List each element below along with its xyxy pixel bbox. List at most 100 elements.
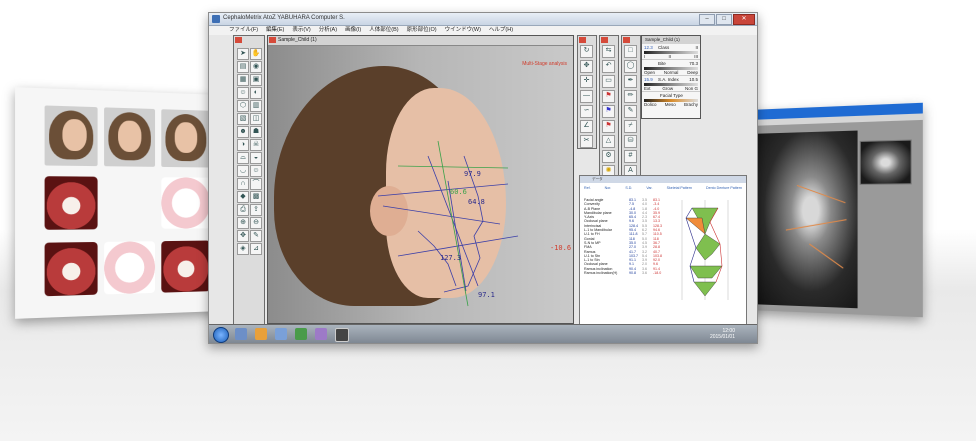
tooth-icon[interactable]: ⬡: [237, 100, 249, 112]
model-icon[interactable]: ◒: [250, 152, 262, 164]
menu-analysis[interactable]: 分析(A): [319, 26, 337, 35]
dropper-icon[interactable]: ⌿: [624, 120, 637, 133]
pointer-icon[interactable]: ➤: [237, 48, 249, 60]
zoom-out-icon[interactable]: ⊖: [250, 217, 262, 229]
hash-icon[interactable]: #: [624, 150, 637, 163]
taskbar-app-icon[interactable]: [315, 328, 327, 340]
patient-profile-photo[interactable]: Multi-Stage analysis 97.9 60.6 64.8 127.…: [268, 46, 573, 323]
select-rect-icon[interactable]: ▭: [602, 75, 615, 88]
pen-icon[interactable]: ✒: [624, 75, 637, 88]
taskbar-folder-icon[interactable]: [255, 328, 267, 340]
ruler-icon[interactable]: ⊿: [250, 243, 262, 255]
album-icon[interactable]: ▩: [250, 191, 262, 203]
data-cell-v: 90.8: [629, 271, 636, 276]
palette-close-icon[interactable]: [579, 37, 586, 43]
close-button[interactable]: ✕: [733, 14, 755, 25]
lasso-icon[interactable]: ◯: [624, 60, 637, 73]
dental-model-front: [104, 241, 156, 295]
head-icon[interactable]: ☗: [250, 126, 262, 138]
start-button[interactable]: [213, 327, 229, 343]
color-icon[interactable]: ◆: [237, 191, 249, 203]
group-icon[interactable]: ◈: [237, 243, 249, 255]
minimize-button[interactable]: –: [699, 14, 715, 25]
data-row[interactable]: Ramus inclination(H) 90.8 3.6 -18.0: [584, 271, 661, 275]
triangle-icon[interactable]: △: [602, 135, 615, 148]
bite-row: Bite 70.3 Open Normal Deep: [642, 61, 700, 76]
patient-photo-profile: [44, 105, 98, 167]
smile-icon[interactable]: ☺: [250, 165, 262, 177]
intraoral-photo-right: [44, 241, 98, 297]
data-panel-title: データ: [580, 176, 746, 183]
measure-60-6: 60.6: [450, 188, 467, 196]
hand-icon[interactable]: ✋: [250, 48, 262, 60]
menu-help[interactable]: ヘルプ(H): [489, 26, 513, 35]
measure-127-3: 127.3: [440, 254, 462, 262]
menu-view[interactable]: 表示(V): [292, 26, 310, 35]
edit-icon[interactable]: ✎: [250, 230, 262, 242]
scissors-icon[interactable]: ✂: [580, 135, 593, 148]
picture-icon[interactable]: ▣: [250, 74, 262, 86]
gear-icon[interactable]: ⚙: [602, 150, 615, 163]
menu-image[interactable]: 画像(I): [345, 26, 361, 35]
window-title: CephaloMetrix AtoZ YABUHARA Computer S.: [223, 15, 345, 21]
arch-icon[interactable]: ∩: [237, 178, 249, 190]
palette-close-icon[interactable]: [623, 37, 630, 43]
overlay-icon[interactable]: ◐: [250, 87, 262, 99]
rotate-icon[interactable]: ↻: [580, 45, 593, 58]
menu-origin-part[interactable]: 原形部位(O): [407, 26, 437, 35]
profile-icon[interactable]: ☻: [237, 126, 249, 138]
jaw-icon[interactable]: ⌒: [250, 178, 262, 190]
tray-clock[interactable]: 12:00 2015/01/01: [710, 328, 735, 340]
pencil-icon[interactable]: ✏: [624, 90, 637, 103]
compare-icon[interactable]: ◫: [250, 113, 262, 125]
measure-minus-10-6: -10.6: [550, 244, 572, 252]
swap-icon[interactable]: ⇆: [602, 45, 615, 58]
xray-thumbnail[interactable]: [859, 139, 912, 185]
palette-close-icon[interactable]: [235, 37, 242, 43]
flag-blue-icon[interactable]: ⚑: [602, 105, 615, 118]
undo-icon[interactable]: ↶: [602, 60, 615, 73]
measurement-data-panel: データ Ref. Nor. S.D. Var. Skeletal Pattern…: [579, 175, 747, 325]
data-cell-name: Ramus inclination(H): [584, 271, 618, 276]
flag-red-icon[interactable]: ⚑: [602, 120, 615, 133]
stack-icon[interactable]: ▧: [237, 113, 249, 125]
rectangle-icon[interactable]: □: [624, 45, 637, 58]
flag-icon[interactable]: ⚑: [602, 90, 615, 103]
sa-index-row: 15.9 S.A. Index 10.5 Ext Grow Non G: [642, 77, 700, 92]
bucket-icon[interactable]: ⛁: [624, 135, 637, 148]
menu-file[interactable]: ファイル(F): [229, 26, 258, 35]
line-icon[interactable]: ―: [580, 90, 593, 103]
document-window: Sample_Child (1) Multi-Stage analysis 97…: [267, 35, 574, 324]
face-icon[interactable]: ☺: [237, 87, 249, 99]
curve-icon[interactable]: ∽: [580, 105, 593, 118]
taskbar-browser-icon[interactable]: [295, 328, 307, 340]
skull-icon[interactable]: ☠: [250, 139, 262, 151]
brush-icon[interactable]: ✎: [624, 105, 637, 118]
pan-icon[interactable]: ✥: [237, 230, 249, 242]
crosshair-icon[interactable]: ✛: [580, 75, 593, 88]
grid-icon[interactable]: ▦: [237, 74, 249, 86]
xray-icon[interactable]: ◑: [237, 139, 249, 151]
taskbar-cephalometrix-icon[interactable]: [335, 328, 349, 342]
layers-icon[interactable]: ▥: [250, 100, 262, 112]
maximize-button[interactable]: □: [716, 14, 732, 25]
menu-body-part[interactable]: 人体部位(B): [369, 26, 398, 35]
data-panel-rows: Facial angle 83.1 3.5 83.1 Convexity 7.5 4.0 -3…: [584, 198, 662, 275]
mouth-icon[interactable]: ◡: [237, 165, 249, 177]
export-icon[interactable]: ⇪: [250, 204, 262, 216]
angle-icon[interactable]: ∠: [580, 120, 593, 133]
move-icon[interactable]: ✥: [580, 60, 593, 73]
palette-close-icon[interactable]: [601, 37, 608, 43]
taskbar-media-icon[interactable]: [275, 328, 287, 340]
menu-window[interactable]: ウインドウ(W): [445, 26, 481, 35]
document-close-icon[interactable]: [269, 37, 276, 43]
zoom-in-icon[interactable]: ⊕: [237, 217, 249, 229]
taskbar-explorer-icon[interactable]: [235, 328, 247, 340]
draw-tool-palette: ↻ ✥ ✛ ― ∽ ∠ ✂: [577, 35, 597, 149]
folder-icon[interactable]: ▤: [237, 61, 249, 73]
menu-edit[interactable]: 編集(E): [266, 26, 284, 35]
camera-icon[interactable]: ◉: [250, 61, 262, 73]
print-icon[interactable]: ⎙: [237, 204, 249, 216]
polygon-chart: [681, 200, 729, 300]
teeth-icon[interactable]: ⌓: [237, 152, 249, 164]
